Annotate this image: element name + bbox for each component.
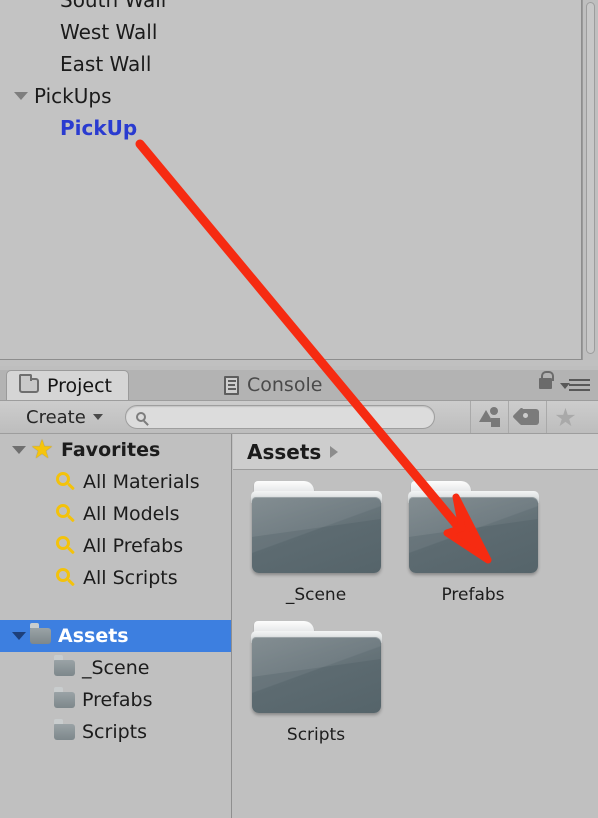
project-tree-pane[interactable]: ★ Favorites All Materials All Models All… bbox=[0, 434, 232, 818]
project-window: Project Console Create ★ ★ Favorites All… bbox=[0, 366, 598, 818]
tree-item-label: All Models bbox=[83, 503, 180, 525]
tree-item-all-materials[interactable]: All Materials bbox=[0, 466, 231, 498]
grid-item-label: _Scene bbox=[285, 585, 347, 605]
hierarchy-item-label: West Wall bbox=[60, 20, 158, 44]
tree-item-all-prefabs[interactable]: All Prefabs bbox=[0, 530, 231, 562]
project-body: ★ Favorites All Materials All Models All… bbox=[0, 434, 598, 818]
tab-console[interactable]: Console bbox=[212, 370, 338, 400]
grid-item-label: Scripts bbox=[286, 725, 346, 745]
grid-item-scene[interactable]: _Scene bbox=[237, 481, 395, 605]
unity-editor-screenshot: South Wall West Wall East Wall PickUps P… bbox=[0, 0, 598, 818]
folder-icon bbox=[407, 481, 539, 575]
foldout-triangle-icon[interactable] bbox=[12, 446, 26, 454]
hierarchy-item-pickup[interactable]: PickUp bbox=[0, 112, 581, 144]
project-tab-strip: Project Console bbox=[0, 370, 598, 400]
tree-item-label: Scripts bbox=[82, 721, 148, 743]
folder-icon bbox=[54, 655, 75, 676]
tree-item-label: Favorites bbox=[61, 439, 161, 461]
label-filter-button[interactable] bbox=[508, 401, 546, 433]
tree-item-assets[interactable]: Assets bbox=[0, 620, 231, 652]
create-button-label: Create bbox=[26, 406, 86, 428]
hierarchy-scrollbar-thumb[interactable] bbox=[586, 2, 595, 354]
hierarchy-panel: South Wall West Wall East Wall PickUps P… bbox=[0, 0, 598, 366]
tab-label: Console bbox=[247, 374, 323, 396]
create-button[interactable]: Create bbox=[16, 404, 113, 430]
chevron-right-icon bbox=[330, 445, 339, 458]
grid-item-scripts[interactable]: Scripts bbox=[237, 621, 395, 745]
search-icon bbox=[135, 412, 146, 422]
console-icon bbox=[224, 375, 239, 395]
folder-icon bbox=[30, 623, 51, 644]
hierarchy-item-west-wall[interactable]: West Wall bbox=[0, 16, 581, 48]
tree-item-scripts[interactable]: Scripts bbox=[0, 716, 231, 748]
tree-item-favorites[interactable]: ★ Favorites bbox=[0, 434, 231, 466]
hierarchy-scrollbar[interactable] bbox=[582, 0, 598, 360]
folder-icon bbox=[250, 481, 382, 575]
search-icon bbox=[56, 536, 76, 556]
foldout-triangle-icon[interactable] bbox=[12, 632, 26, 640]
search-icon bbox=[56, 472, 76, 492]
hierarchy-item-east-wall[interactable]: East Wall bbox=[0, 48, 581, 80]
breadcrumb-path-assets[interactable]: Assets bbox=[247, 440, 321, 464]
hamburger-menu-icon[interactable] bbox=[560, 379, 590, 392]
assets-content-pane[interactable]: Assets _Scene Prefabs Scripts bbox=[233, 434, 598, 818]
tab-project[interactable]: Project bbox=[6, 370, 130, 400]
type-filter-icon bbox=[478, 407, 501, 427]
search-icon bbox=[56, 504, 76, 524]
tab-label: Project bbox=[47, 374, 113, 397]
tree-item-label: All Scripts bbox=[83, 567, 178, 589]
favorite-filter-icon: ★ bbox=[554, 402, 577, 432]
assets-grid: _Scene Prefabs Scripts bbox=[233, 471, 598, 818]
folder-icon bbox=[250, 621, 382, 715]
chevron-down-icon bbox=[92, 414, 103, 420]
hierarchy-item-pickups[interactable]: PickUps bbox=[0, 80, 581, 112]
grid-item-label: Prefabs bbox=[441, 585, 505, 605]
hierarchy-item-label: South Wall bbox=[60, 0, 167, 12]
tree-item-scene[interactable]: _Scene bbox=[0, 652, 231, 684]
type-filter-button[interactable] bbox=[470, 401, 508, 433]
tree-item-label: All Prefabs bbox=[83, 535, 184, 557]
grid-item-prefabs[interactable]: Prefabs bbox=[394, 481, 552, 605]
hierarchy-item-south-wall[interactable]: South Wall bbox=[0, 0, 581, 16]
tree-item-label: _Scene bbox=[82, 657, 150, 679]
hierarchy-item-label: PickUp bbox=[60, 116, 138, 140]
lock-icon[interactable] bbox=[539, 371, 554, 389]
search-icon bbox=[56, 568, 76, 588]
tree-item-label: All Materials bbox=[83, 471, 200, 493]
search-field[interactable] bbox=[124, 405, 435, 429]
label-filter-icon bbox=[511, 407, 539, 426]
project-toolbar: Create ★ bbox=[0, 400, 598, 434]
tree-item-label: Prefabs bbox=[82, 689, 153, 711]
favorite-filter-button[interactable]: ★ bbox=[546, 401, 584, 433]
star-icon: ★ bbox=[30, 434, 54, 465]
tree-item-all-scripts[interactable]: All Scripts bbox=[0, 562, 231, 594]
folder-icon bbox=[54, 719, 75, 740]
tree-item-prefabs[interactable]: Prefabs bbox=[0, 684, 231, 716]
tree-item-label: Assets bbox=[58, 625, 129, 647]
foldout-triangle-icon[interactable] bbox=[14, 92, 28, 100]
breadcrumb: Assets bbox=[233, 434, 598, 470]
folder-icon bbox=[54, 687, 75, 708]
search-input[interactable] bbox=[151, 407, 402, 427]
hierarchy-list[interactable]: South Wall West Wall East Wall PickUps P… bbox=[0, 0, 582, 360]
tree-item-all-models[interactable]: All Models bbox=[0, 498, 231, 530]
hierarchy-item-label: East Wall bbox=[60, 52, 152, 76]
folder-icon bbox=[19, 374, 39, 393]
